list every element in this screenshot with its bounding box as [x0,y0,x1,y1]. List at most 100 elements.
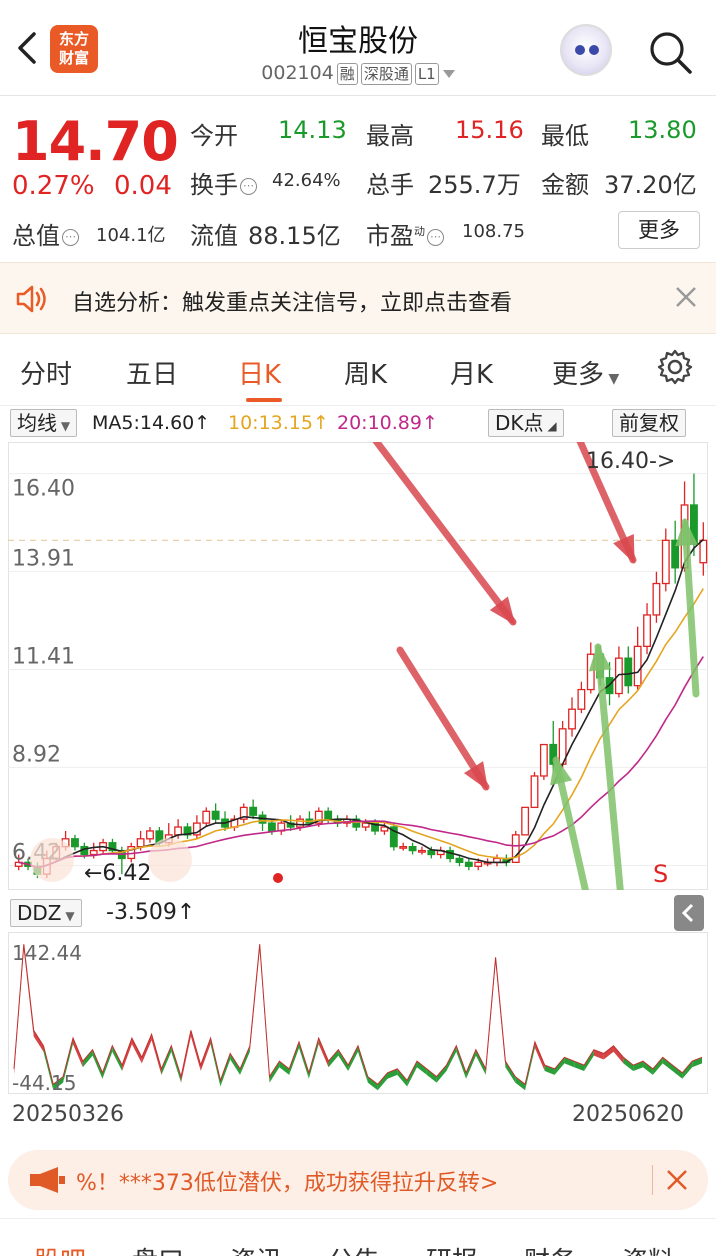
tab-intraday[interactable]: 分时 [20,354,72,391]
candle-body [521,806,530,836]
ddz-segment [82,1049,93,1068]
candle-body [568,708,576,730]
ddz-selector[interactable]: DDZ ▼ [10,899,82,927]
tab-profile[interactable]: 资料 [622,1241,674,1256]
ma10-value: 10:13.15↑ [228,412,329,434]
candle-body [136,838,145,848]
total-value: 104.1亿 [96,225,166,246]
high-value: 15.16 [455,116,524,144]
ddz-segment [436,1065,447,1083]
ma20-value: 20:10.89↑ [337,412,438,434]
tab-news[interactable]: 资讯 [230,1241,282,1256]
tag-margin: 融 [336,63,358,85]
low-price-marker: ←6.42 [84,861,151,886]
pe-value: 108.75 [462,221,525,242]
ddz-bottom-label: -44.15 [12,1071,76,1094]
ma5-value: MA5:14.60↑ [92,412,211,434]
ddz-value: -3.509↑ [106,900,196,925]
close-icon[interactable] [672,283,700,311]
float-value: 88.15亿 [248,222,341,250]
y-axis-tick-label: 11.41 [12,645,75,670]
buy-signal-marker [148,838,192,882]
current-price: 14.70 [12,110,179,173]
signal-dot [273,873,283,883]
divider [652,1165,653,1195]
tab-finance[interactable]: 财务 [524,1241,576,1256]
candle-body [267,822,276,832]
stock-code-row[interactable]: 002104 融深股通 L1 [0,62,716,85]
change-amount: 0.04 [114,171,172,201]
annotation-arrow [396,646,490,791]
ddz-segment [377,1072,388,1091]
quote-panel: 14.70 0.27% 0.04 今开 14.13 最高 15.16 最低 13… [0,96,716,262]
ddz-indicator-row: DDZ ▼ -3.509↑ [0,895,716,931]
amount-value: 37.20亿 [604,171,697,199]
active-tab-indicator [246,398,282,402]
y-axis-tick-label: 13.91 [12,546,75,571]
kline-chart[interactable]: 16.4013.9111.418.926.4216.40->←6.42S [8,442,708,890]
top-bar: 东方 财富 恒宝股份 002104 融深股通 L1 [0,0,716,96]
chevron-left-icon [681,903,694,923]
ma-selector[interactable]: 均线 ▼ [10,409,78,437]
open-value: 14.13 [278,116,347,144]
search-icon[interactable] [646,28,694,76]
tab-five-day[interactable]: 五日 [126,354,178,391]
candle-body [174,826,183,836]
candle-body [539,743,548,777]
ddz-segment [328,1049,339,1068]
tab-more[interactable]: 更多 ▼ [552,354,619,391]
tab-announcements[interactable]: 公告 [328,1241,380,1256]
info-icon[interactable]: ⋯ [62,228,79,246]
candle-body [577,688,586,710]
ddz-segment [33,1030,44,1052]
candle-body [624,657,633,687]
promo-text: %！***373低位潜伏，成功获得拉升反转> [76,1171,499,1196]
more-button[interactable]: 更多 [618,211,700,249]
analysis-notice-bar[interactable]: 自选分析：触发重点关注信号，立即点击查看 [0,262,716,334]
collapse-panel-button[interactable] [674,895,704,931]
candle-body [464,861,473,867]
ddz-chart[interactable]: 142.44 -44.15 [8,932,708,1094]
high-price-marker: 16.40-> [586,449,675,474]
info-icon[interactable]: ⋯ [427,228,444,246]
info-icon[interactable]: ⋯ [240,177,257,195]
candle-body [661,539,670,585]
tab-research[interactable]: 研报 [426,1241,478,1256]
low-value: 13.80 [628,116,697,144]
chevron-down-icon [442,69,455,78]
ma10-line [18,588,704,869]
buy-signal-marker [30,838,74,882]
ddz-line [13,944,703,1086]
tab-daily-k[interactable]: 日K [238,354,281,391]
candle-body [455,857,464,864]
candle-body [699,539,708,564]
robot-assistant-icon[interactable] [560,24,612,76]
bottom-tabs: 股吧 盘口 资讯 公告 研报 财务 资料 [0,1218,716,1256]
pe-label: 市盈动 ⋯ [366,216,446,251]
dk-point-button[interactable]: DK点 ◢ [488,409,564,437]
promo-banner[interactable]: %！***373低位潜伏，成功获得拉升反转> [8,1150,708,1210]
tag-level: L1 [414,63,439,85]
turnover-value: 42.64% [272,170,341,191]
volume-label: 总手 [366,171,414,199]
megaphone-icon [30,1167,65,1193]
ddz-segment [613,1045,624,1064]
volume-value: 255.7万 [428,171,521,199]
ddz-segment [554,1057,565,1075]
adjust-button[interactable]: 前复权 [612,409,686,437]
candle-body [202,810,211,824]
tab-monthly-k[interactable]: 月K [450,354,493,391]
ddz-segment [652,1057,663,1075]
end-date: 20250620 [572,1102,684,1127]
tab-weekly-k[interactable]: 周K [344,354,387,391]
high-label: 最高 [366,122,414,150]
tab-forum[interactable]: 股吧 [34,1241,86,1256]
gear-icon[interactable] [656,348,694,386]
candle-body [71,838,79,848]
y-axis-tick-label: 8.92 [12,742,61,767]
close-icon[interactable] [664,1167,690,1193]
ma-indicator-row: 均线 ▼ MA5:14.60↑ 10:13.15↑ 20:10.89↑ DK点 … [0,406,716,442]
open-label: 今开 [190,122,238,150]
candle-body [633,645,642,687]
tab-orderbook[interactable]: 盘口 [132,1241,184,1256]
